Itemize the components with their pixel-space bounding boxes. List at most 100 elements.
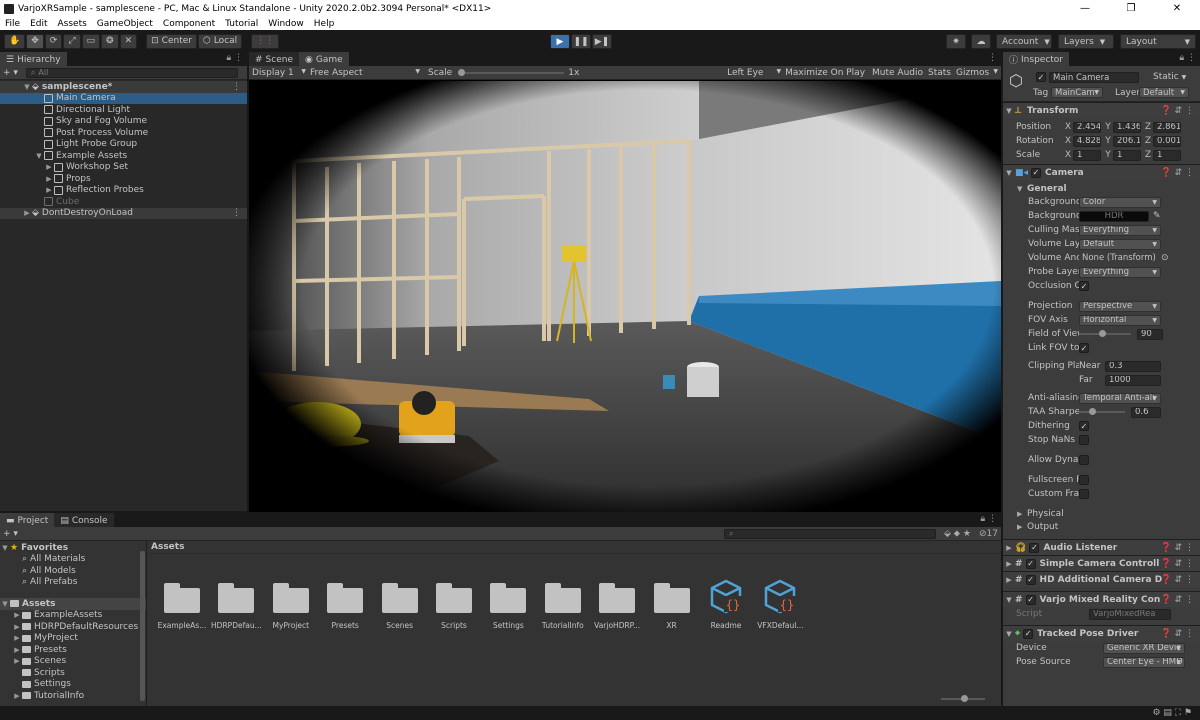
component-settings-icons[interactable]: ❓ ⇵ ⋮ bbox=[1161, 168, 1194, 178]
scale-y[interactable]: 1 bbox=[1113, 149, 1141, 161]
asset-folder-item[interactable]: HDRPDefau... bbox=[206, 565, 266, 635]
expand-arrow-icon[interactable]: ▶ bbox=[44, 163, 54, 171]
component-settings-icons[interactable]: ❓ ⇵ ⋮ bbox=[1161, 629, 1194, 639]
volume-anchor-field[interactable]: None (Transform) bbox=[1079, 253, 1161, 264]
gizmos-dropdown[interactable]: Gizmos ▼ bbox=[956, 68, 998, 78]
varjo-mixed-reality-header[interactable]: ▼ # ✓ Varjo Mixed Reality Con ❓ ⇵ ⋮ bbox=[1003, 591, 1200, 607]
tab-scene[interactable]: # Scene bbox=[249, 52, 299, 66]
expand-arrow-icon[interactable]: ▶ bbox=[44, 175, 54, 183]
near-clip-field[interactable]: 0.3 bbox=[1105, 360, 1161, 372]
project-tree-scrollbar[interactable] bbox=[140, 551, 145, 701]
kebab-menu-icon[interactable]: ⋮ bbox=[232, 82, 241, 92]
filter-icons[interactable]: ⬙ ⬥ ★ bbox=[944, 529, 971, 539]
asset-file-item[interactable]: {} VFXDefaul... bbox=[750, 565, 810, 635]
asset-folder-item[interactable]: MyProject bbox=[261, 565, 321, 635]
component-enabled-checkbox[interactable]: ✓ bbox=[1025, 574, 1036, 585]
menu-file[interactable]: File bbox=[0, 19, 25, 29]
maximize-on-play-toggle[interactable]: Maximize On Play bbox=[785, 68, 865, 78]
tab-console[interactable]: ▤ Console bbox=[54, 513, 114, 527]
asset-folder-item[interactable]: TutorialInfo bbox=[533, 565, 593, 635]
pivot-local-button[interactable]: ⬡ Local bbox=[197, 33, 243, 49]
expand-arrow-icon[interactable]: ▼ bbox=[1003, 107, 1015, 115]
component-enabled-checkbox[interactable]: ✓ bbox=[1025, 594, 1036, 605]
aspect-dropdown[interactable]: Free Aspect ▼ bbox=[310, 68, 422, 78]
tab-game[interactable]: ◉ Game bbox=[299, 52, 349, 66]
custom-frame-settings-checkbox[interactable] bbox=[1079, 489, 1089, 499]
asset-folder-row[interactable]: ▶ Scenes bbox=[0, 656, 146, 668]
expand-arrow-icon[interactable]: ▼ bbox=[0, 600, 10, 608]
menu-window[interactable]: Window bbox=[263, 19, 309, 29]
menu-assets[interactable]: Assets bbox=[53, 19, 92, 29]
asset-folder-item[interactable]: Scripts bbox=[424, 565, 484, 635]
component-settings-icons[interactable]: ❓ ⇵ ⋮ bbox=[1161, 595, 1194, 605]
rect-tool-icon[interactable]: ▭ bbox=[81, 33, 101, 49]
expand-arrow-icon[interactable]: ▶ bbox=[1003, 560, 1015, 568]
asset-folder-row[interactable]: ▶ TutorialInfo bbox=[0, 690, 146, 702]
favorite-item[interactable]: ⌕ All Prefabs bbox=[0, 577, 146, 589]
rotate-tool-icon[interactable]: ⟳ bbox=[44, 33, 63, 49]
asset-folder-row[interactable]: Scripts bbox=[0, 667, 146, 679]
expand-arrow-icon[interactable]: ▶ bbox=[12, 634, 22, 642]
rotation-z[interactable]: 0.001 bbox=[1153, 135, 1181, 147]
assets-root-row[interactable]: ▼ Assets bbox=[0, 598, 146, 610]
component-settings-icons[interactable]: ❓ ⇵ ⋮ bbox=[1161, 559, 1194, 569]
lock-icon[interactable]: 🔒︎ ⋮ bbox=[226, 53, 243, 63]
hd-additional-camera-header[interactable]: ▶ # ✓ HD Additional Camera D ❓ ⇵ ⋮ bbox=[1003, 571, 1200, 587]
far-clip-field[interactable]: 1000 bbox=[1105, 374, 1161, 386]
taa-field[interactable]: 0.6 bbox=[1131, 406, 1161, 418]
favorite-item[interactable]: ⌕ All Models bbox=[0, 565, 146, 577]
expand-arrow-icon[interactable]: ▼ bbox=[22, 83, 32, 91]
slider-thumb[interactable] bbox=[1089, 408, 1096, 415]
transform-tool-icon[interactable]: ❂ bbox=[101, 33, 119, 49]
position-z[interactable]: 2.861 bbox=[1153, 121, 1181, 133]
pause-button[interactable]: ❚❚ bbox=[571, 34, 591, 49]
fov-field[interactable]: 90 bbox=[1137, 328, 1163, 340]
expand-arrow-icon[interactable]: ▼ bbox=[1003, 169, 1015, 177]
minimize-icon[interactable]: — bbox=[1062, 3, 1108, 14]
kebab-menu-icon[interactable]: ⋮ bbox=[232, 208, 241, 218]
favorites-row[interactable]: ▼ ★ Favorites bbox=[0, 542, 146, 554]
simple-camera-controller-header[interactable]: ▶ # ✓ Simple Camera Controll ❓ ⇵ ⋮ bbox=[1003, 555, 1200, 571]
pose-source-dropdown[interactable]: Center Eye - HMD ▼ bbox=[1103, 656, 1185, 668]
tracked-pose-driver-header[interactable]: ▼ ⌖ ✓ Tracked Pose Driver ❓ ⇵ ⋮ bbox=[1003, 625, 1200, 641]
slider-thumb[interactable] bbox=[961, 695, 968, 702]
background-type-dropdown[interactable]: Color ▼ bbox=[1079, 196, 1161, 208]
rotation-y[interactable]: 206.17 bbox=[1113, 135, 1141, 147]
add-icon[interactable]: + ▾ bbox=[3, 68, 18, 78]
camera-enabled-checkbox[interactable]: ✓ bbox=[1031, 167, 1042, 178]
menu-tutorial[interactable]: Tutorial bbox=[220, 19, 263, 29]
project-search-input[interactable]: ⌕ bbox=[723, 528, 936, 539]
tab-project[interactable]: ▬ Project bbox=[0, 513, 55, 527]
asset-folder-row[interactable]: ▶ Presets bbox=[0, 644, 146, 656]
menu-help[interactable]: Help bbox=[309, 19, 340, 29]
object-name-field[interactable]: Main Camera bbox=[1049, 72, 1139, 83]
culling-mask-dropdown[interactable]: Everything ▼ bbox=[1079, 224, 1161, 236]
collab-icon[interactable]: ✷ bbox=[946, 34, 966, 49]
position-x[interactable]: 2.454 bbox=[1073, 121, 1101, 133]
expand-arrow-icon[interactable]: ▶ bbox=[1017, 510, 1027, 518]
asset-folder-item[interactable]: Scenes bbox=[370, 565, 430, 635]
component-settings-icons[interactable]: ❓ ⇵ ⋮ bbox=[1161, 575, 1194, 585]
status-icons[interactable]: ⚙ ▤ ⛶ ⚑ bbox=[1152, 708, 1192, 718]
menu-edit[interactable]: Edit bbox=[25, 19, 52, 29]
component-settings-icons[interactable]: ❓ ⇵ ⋮ bbox=[1161, 543, 1194, 553]
asset-folder-item[interactable]: ExampleAs... bbox=[152, 565, 212, 635]
hierarchy-item[interactable]: Light Probe Group bbox=[0, 139, 247, 151]
slider-thumb[interactable] bbox=[1099, 330, 1106, 337]
close-icon[interactable]: ✕ bbox=[1154, 3, 1200, 14]
hierarchy-search-input[interactable]: ⌕ All bbox=[25, 67, 238, 78]
fullscreen-passthrough-checkbox[interactable] bbox=[1079, 475, 1089, 485]
asset-folder-item[interactable]: XR bbox=[642, 565, 702, 635]
component-enabled-checkbox[interactable]: ✓ bbox=[1029, 542, 1040, 553]
expand-arrow-icon[interactable]: ▶ bbox=[1017, 523, 1027, 531]
asset-folder-row[interactable]: ▶ MyProject bbox=[0, 633, 146, 645]
expand-arrow-icon[interactable]: ▶ bbox=[12, 657, 22, 665]
expand-arrow-icon[interactable]: ▶ bbox=[44, 186, 54, 194]
scale-x[interactable]: 1 bbox=[1073, 149, 1101, 161]
volume-layer-dropdown[interactable]: Default ▼ bbox=[1079, 238, 1161, 250]
hierarchy-item[interactable]: Post Process Volume bbox=[0, 127, 247, 139]
dontdestroy-row[interactable]: ▶ ⬙ DontDestroyOnLoad ⋮ bbox=[0, 207, 247, 219]
hierarchy-item[interactable]: ▼ Example Assets bbox=[0, 150, 247, 162]
account-dropdown[interactable]: Account ▼ bbox=[996, 34, 1052, 49]
hierarchy-item[interactable]: Cube bbox=[0, 196, 247, 208]
